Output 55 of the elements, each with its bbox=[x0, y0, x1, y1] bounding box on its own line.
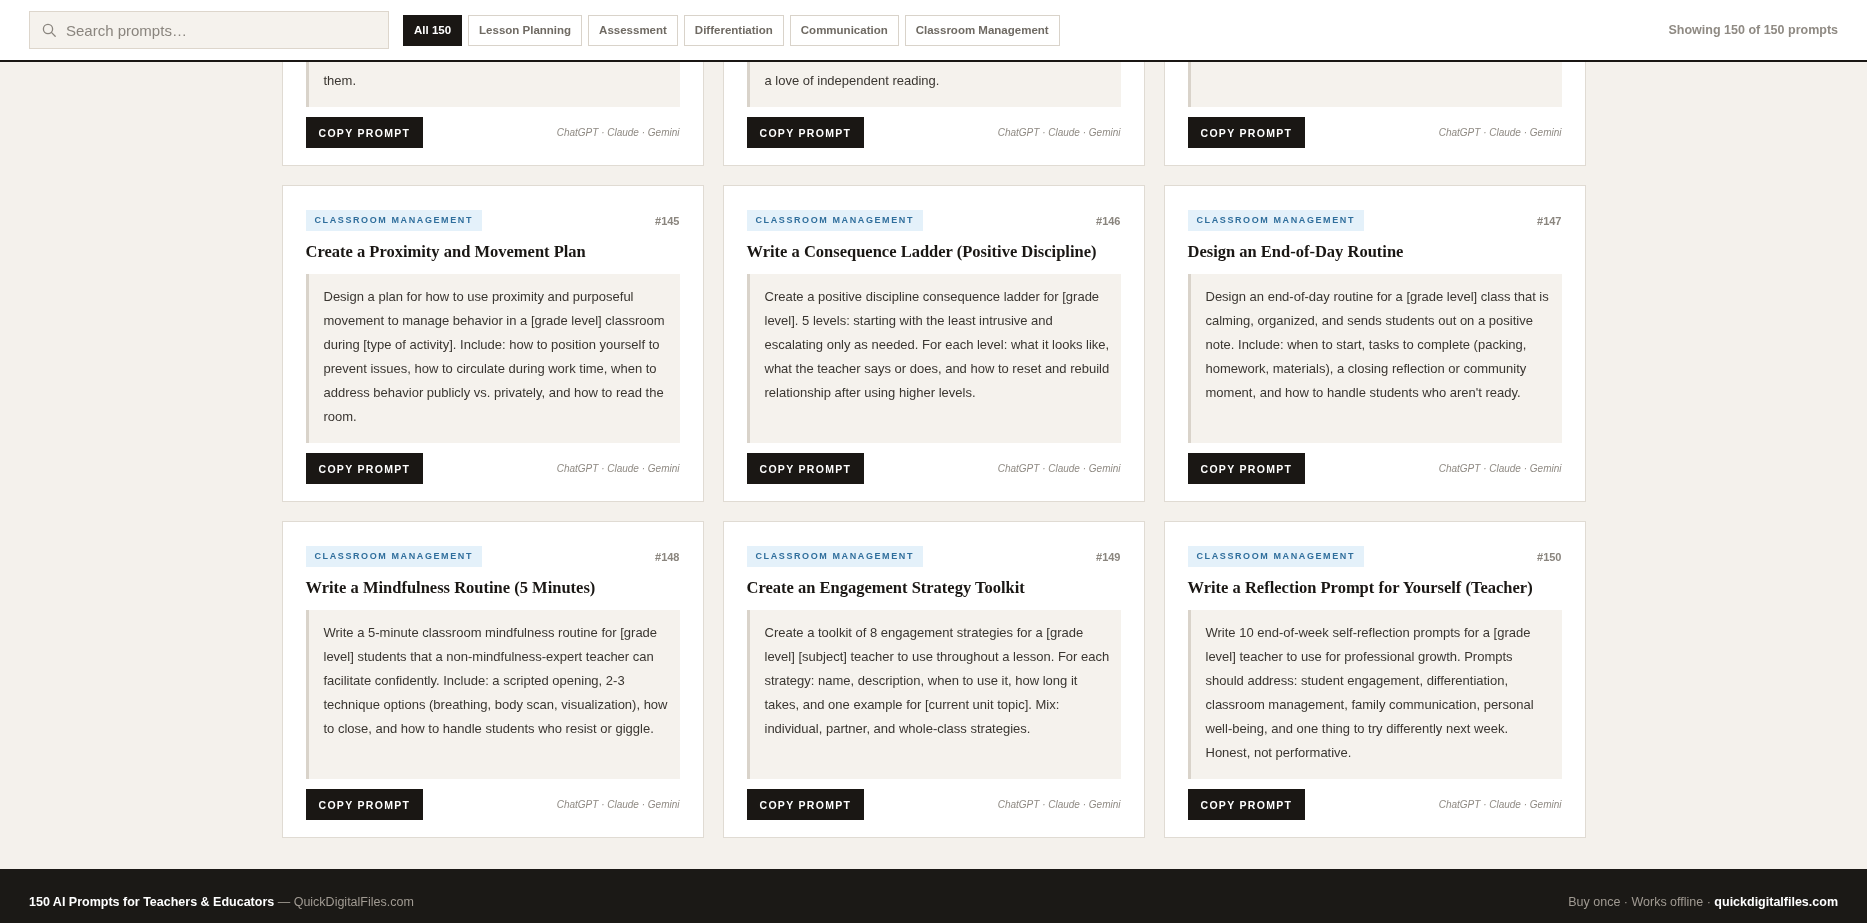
prompt-box: Design an end-of-day routine for a [grade level] class that is calming, organized, and sends students out on a positive note. Include: when to start, tasks to complete (packing, homework, materials), a closing reflection or community moment, and how to handle students who aren't ready. bbox=[1187, 274, 1562, 443]
filter-tab[interactable]: All 150 bbox=[403, 14, 463, 46]
prompt-number: #148 bbox=[655, 550, 680, 563]
model-list: ChatGPT · Claude · Gemini bbox=[556, 127, 680, 138]
prompt-box: Create a toolkit of 8 engagement strategies for a [grade level] [subject] teacher to use throughout a lesson. For each strategy: name, description, when to use it, how long it takes, and one example for [current unit topic]. Mix: individual, partner, and whole-class strategies. bbox=[746, 610, 1121, 779]
model-list: ChatGPT · Claude · Gemini bbox=[556, 463, 680, 474]
prompt-box: Design a plan for how to use proximity and purposeful movement to manage behavior in a [grade level] classroom during [type of activity]. Include: how to position yourself to prevent issues, how to circulate during work time, when to address behavior publicly vs. privately, and how to read the room. bbox=[305, 274, 680, 443]
filter-tab[interactable]: Assessment bbox=[588, 14, 678, 46]
model-list: ChatGPT · Claude · Gemini bbox=[1438, 799, 1562, 810]
filter-tab[interactable]: Lesson Planning bbox=[468, 14, 583, 46]
model-list: ChatGPT · Claude · Gemini bbox=[997, 799, 1121, 810]
category-tag: CLASSROOM MANAGEMENT bbox=[1187, 210, 1364, 231]
prompt-title: Design an End-of-Day Routine bbox=[1187, 241, 1405, 263]
filter-tab[interactable]: Classroom Management bbox=[904, 14, 1060, 46]
footer-note: Buy once · Works offline · quickdigitalfiles.com bbox=[1568, 894, 1838, 911]
model-list: ChatGPT · Claude · Gemini bbox=[997, 127, 1121, 138]
prompt-title: Write a Consequence Ladder (Positive Discipline) bbox=[746, 241, 1098, 263]
copy-prompt-button[interactable]: COPY PROMPT bbox=[305, 453, 424, 484]
copy-prompt-button[interactable]: COPY PROMPT bbox=[1187, 453, 1306, 484]
category-tag: CLASSROOM MANAGEMENT bbox=[305, 210, 482, 231]
prompt-box: Create a positive discipline consequence ladder for [grade level]. 5 levels: starting with the least intrusive and escalating only as needed. For each level: what it looks like, what the teacher says or does, and how to reset and rebuild relationship after using higher levels. bbox=[746, 274, 1121, 443]
copy-prompt-button[interactable]: COPY PROMPT bbox=[305, 117, 424, 148]
filter-tab[interactable]: Communication bbox=[789, 14, 899, 46]
category-tag: CLASSROOM MANAGEMENT bbox=[746, 546, 923, 567]
footer-title: 150 AI Prompts for Teachers & Educators — QuickDigitalFiles.com bbox=[29, 894, 414, 911]
prompt-title: Write a Reflection Prompt for Yourself (Teacher) bbox=[1187, 577, 1534, 599]
copy-prompt-button[interactable]: COPY PROMPT bbox=[1187, 789, 1306, 820]
copy-prompt-button[interactable]: COPY PROMPT bbox=[305, 789, 424, 820]
prompt-number: #145 bbox=[655, 214, 680, 227]
prompt-number: #149 bbox=[1096, 550, 1121, 563]
prompt-box: Write a 5-minute classroom mindfulness routine for [grade level] students that a non-mindfulness-expert teacher can facilitate confidently. Include: a scripted opening, 2-3 technique options (breathing, body scan, visualization), how to close, and how to handle students who resist or giggle. bbox=[305, 610, 680, 779]
model-list: ChatGPT · Claude · Gemini bbox=[1438, 463, 1562, 474]
prompt-title: Write a Mindfulness Routine (5 Minutes) bbox=[305, 577, 597, 599]
copy-prompt-button[interactable]: COPY PROMPT bbox=[746, 117, 865, 148]
prompt-box: them. bbox=[305, 62, 680, 107]
prompt-box: a love of independent reading. bbox=[746, 62, 1121, 107]
category-tag: CLASSROOM MANAGEMENT bbox=[305, 546, 482, 567]
prompt-title: Create a Proximity and Movement Plan bbox=[305, 241, 587, 263]
copy-prompt-button[interactable]: COPY PROMPT bbox=[1187, 117, 1306, 148]
model-list: ChatGPT · Claude · Gemini bbox=[556, 799, 680, 810]
copy-prompt-button[interactable]: COPY PROMPT bbox=[746, 789, 865, 820]
search-icon bbox=[42, 23, 56, 37]
prompt-number: #150 bbox=[1537, 550, 1562, 563]
prompt-title: Create an Engagement Strategy Toolkit bbox=[746, 577, 1026, 599]
copy-prompt-button[interactable]: COPY PROMPT bbox=[746, 453, 865, 484]
filter-tab[interactable]: Differentiation bbox=[683, 14, 784, 46]
prompt-number: #146 bbox=[1096, 214, 1121, 227]
search-field[interactable]: Search prompts… bbox=[29, 11, 389, 49]
model-list: ChatGPT · Claude · Gemini bbox=[1438, 127, 1562, 138]
category-tag: CLASSROOM MANAGEMENT bbox=[746, 210, 923, 231]
category-tag: CLASSROOM MANAGEMENT bbox=[1187, 546, 1364, 567]
prompt-box: Write 10 end-of-week self-reflection prompts for a [grade level] teacher to use for professional growth. Prompts should address: student engagement, differentiation, classroom management, family communication, personal well-being, and one thing to try differently next week. Honest, not performative. bbox=[1187, 610, 1562, 779]
model-list: ChatGPT · Claude · Gemini bbox=[997, 463, 1121, 474]
result-count: Showing 150 of 150 prompts bbox=[1668, 23, 1838, 37]
prompt-number: #147 bbox=[1537, 214, 1562, 227]
